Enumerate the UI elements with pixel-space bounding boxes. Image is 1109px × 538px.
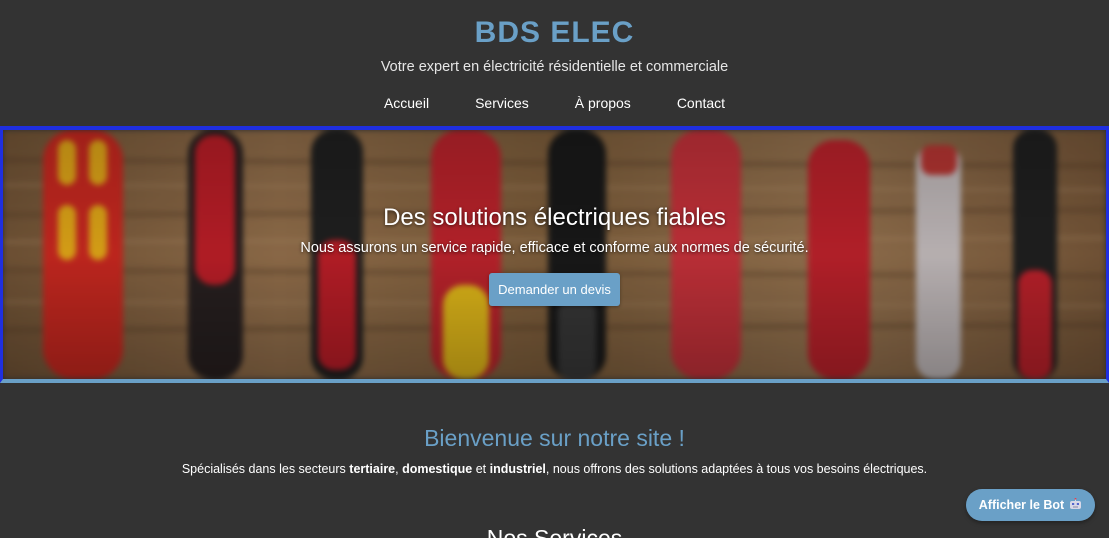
sector-industriel: industriel [489, 462, 546, 476]
nav-item-services[interactable]: Services [452, 93, 552, 114]
hero-subtitle: Nous assurons un service rapide, efficac… [300, 240, 809, 256]
sector-domestique: domestique [402, 462, 473, 476]
main-nav: Accueil Services À propos Contact [0, 93, 1109, 114]
request-quote-button[interactable]: Demander un devis [489, 273, 620, 306]
robot-icon [1069, 497, 1082, 512]
site-tagline: Votre expert en électricité résidentiell… [380, 59, 729, 75]
nav-item-a-propos[interactable]: À propos [552, 93, 654, 114]
site-title: BDS ELEC [474, 16, 635, 49]
hero-banner: Des solutions électriques fiables Nous a… [0, 126, 1109, 383]
welcome-text-outro: , nous offrons des solutions adaptées à … [545, 462, 928, 476]
hero-title: Des solutions électriques fiables [383, 204, 726, 231]
welcome-separator: et [472, 462, 490, 476]
site-header: BDS ELEC Votre expert en électricité rés… [0, 0, 1109, 126]
page: BDS ELEC Votre expert en électricité rés… [0, 0, 1109, 538]
show-bot-button[interactable]: Afficher le Bot [966, 489, 1095, 521]
welcome-text-intro: Spécialisés dans les secteurs [181, 462, 350, 476]
nav-item-contact[interactable]: Contact [654, 93, 748, 114]
welcome-title: Bienvenue sur notre site ! [424, 425, 685, 451]
bot-button-label: Afficher le Bot [978, 498, 1065, 512]
welcome-text: Spécialisés dans les secteurs tertiaire,… [0, 462, 1109, 476]
services-title: Nos Services [486, 525, 623, 538]
sector-tertiaire: tertiaire [349, 462, 396, 476]
nav-item-accueil[interactable]: Accueil [361, 93, 452, 114]
